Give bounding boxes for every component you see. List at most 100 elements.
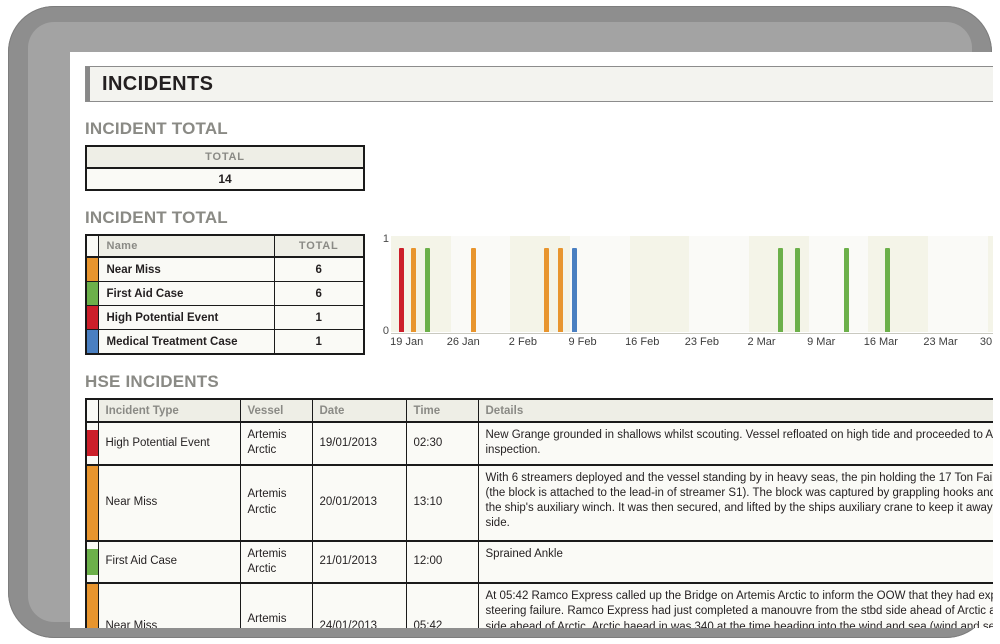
total-header: TOTAL <box>273 235 364 258</box>
swatch-header <box>86 235 99 258</box>
chart-bar <box>571 247 577 332</box>
table-row: High Potential Event Artemis Arctic 19/01/… <box>86 421 993 465</box>
chart-x-axis <box>391 333 993 334</box>
time-cell: 05:42 <box>405 582 478 628</box>
y-tick-top: 1 <box>382 233 389 245</box>
section-title-incident-breakdown: INCIDENT TOTAL <box>85 208 228 227</box>
incident-type-cell: Near Miss <box>97 582 240 628</box>
category-color-swatch <box>86 329 99 354</box>
incident-type-header: Incident Type <box>97 399 240 423</box>
chart-x-tick-label: 26 Jan <box>446 336 480 348</box>
chart-x-tick-label: 16 Feb <box>625 336 660 348</box>
incident-color-swatch <box>86 421 98 465</box>
category-name: Near Miss <box>98 256 274 282</box>
time-cell: 02:30 <box>405 421 478 465</box>
page-title: INCIDENTS <box>102 72 214 95</box>
details-header: Details <box>477 399 993 423</box>
chart-bar <box>398 247 404 332</box>
incident-breakdown-table: Name TOTAL Near Miss 6 First Aid Case 6 High… <box>85 234 365 355</box>
chart-bar <box>844 247 850 332</box>
table-row: First Aid Case 6 <box>86 281 364 306</box>
chart-x-tick-label: 9 Feb <box>568 336 597 348</box>
vessel-cell: Artemis Arctic <box>239 463 312 541</box>
table-row: First Aid Case Artemis Arctic 21/01/2013 12… <box>86 539 993 584</box>
incident-color-swatch <box>86 463 98 541</box>
table-row: Near Miss 6 <box>86 256 364 282</box>
chart-bar <box>558 247 564 332</box>
table-row: Near MissArtemis Arctic24/01/201305:42At… <box>86 582 993 628</box>
device-bezel-inner: INCIDENTS INCIDENT TOTAL TOTAL 14 INCIDE… <box>28 22 993 628</box>
total-header: TOTAL <box>86 146 364 169</box>
table-row: Near Miss Artemis Arctic 20/01/2013 13:10 Wi… <box>86 463 993 541</box>
chart-bar <box>884 247 890 332</box>
breakdown-and-chart-row: Name TOTAL Near Miss 6 First Aid Case 6 High… <box>70 233 993 355</box>
details-cell: New Grange grounded in shallows whilst s… <box>477 421 993 465</box>
report-header: INCIDENTS <box>85 66 993 102</box>
chart-background-band <box>927 236 988 332</box>
chart-bar <box>777 247 783 332</box>
incident-color-swatch <box>86 539 98 584</box>
vessel-header: Vessel <box>239 399 312 423</box>
chart-bar <box>411 247 417 332</box>
category-name: Medical Treatment Case <box>98 329 274 354</box>
chart-x-tick-label: 2 Feb <box>508 336 537 348</box>
name-header: Name <box>98 235 274 258</box>
header-accent-bar <box>86 67 90 101</box>
table-header-row: TOTAL <box>86 146 364 169</box>
date-cell: 24/01/2013 <box>311 582 406 628</box>
chart-background-band <box>808 236 869 332</box>
chart-background-band <box>868 236 928 332</box>
chart-plot-area <box>391 236 993 332</box>
chart-x-tick-label: 16 Mar <box>863 336 898 348</box>
details-cell: At 05:42 Ramco Express called up the Bri… <box>477 582 993 628</box>
device-bezel: INCIDENTS INCIDENT TOTAL TOTAL 14 INCIDE… <box>8 6 993 638</box>
report-page: INCIDENTS INCIDENT TOTAL TOTAL 14 INCIDE… <box>70 52 993 628</box>
table-header-row: Name TOTAL <box>86 235 364 258</box>
chart-background-band <box>569 236 630 332</box>
chart-x-tick-labels: 19 Jan 26 Jan 2 Feb 9 Feb 16 Feb 23 Feb 2 Mar 9… <box>390 336 993 352</box>
chart-background-band <box>987 236 993 332</box>
incident-type-cell: Near Miss <box>97 463 240 541</box>
chart-bar <box>544 247 550 332</box>
incident-timeline-chart: 1 0 19 Jan 26 Jan 2 Feb 9 Feb 16 Feb 23 Feb 2 … <box>379 233 993 354</box>
chart-x-tick-label: 23 Mar <box>923 336 958 348</box>
vessel-cell: Artemis Arctic <box>239 539 312 584</box>
chart-bar <box>795 247 801 332</box>
chart-x-tick-label: 19 Jan <box>390 336 424 348</box>
time-cell: 13:10 <box>405 463 478 541</box>
incident-color-swatch <box>86 582 98 628</box>
incident-type-cell: High Potential Event <box>97 421 240 465</box>
category-total: 1 <box>273 305 364 330</box>
screen: INCIDENTS INCIDENT TOTAL TOTAL 14 INCIDE… <box>70 52 993 628</box>
category-name: First Aid Case <box>98 281 274 306</box>
chart-bar <box>471 247 477 332</box>
category-total: 1 <box>273 329 364 354</box>
chart-x-tick-label: 23 Feb <box>684 336 719 348</box>
section-title-hse-incidents: HSE INCIDENTS <box>85 372 219 391</box>
chart-bar <box>424 247 430 332</box>
table-row: 14 <box>86 168 364 190</box>
chart-x-tick-label: 2 Mar <box>747 336 776 348</box>
time-cell: 12:00 <box>405 539 478 584</box>
chart-background-band <box>450 236 511 332</box>
time-header: Time <box>405 399 478 423</box>
details-cell: With 6 streamers deployed and the vessel… <box>477 463 993 541</box>
category-name: High Potential Event <box>98 305 274 330</box>
category-color-swatch <box>86 305 99 330</box>
date-cell: 19/01/2013 <box>311 421 406 465</box>
vessel-cell: Artemis Arctic <box>239 582 312 628</box>
total-value: 14 <box>86 168 364 190</box>
date-cell: 20/01/2013 <box>311 463 406 541</box>
category-total: 6 <box>273 281 364 306</box>
section-title-incident-total: INCIDENT TOTAL <box>85 119 228 138</box>
date-cell: 21/01/2013 <box>311 539 406 584</box>
chart-x-tick-label: 9 Mar <box>807 336 836 348</box>
details-cell: Sprained Ankle <box>477 539 993 584</box>
date-header: Date <box>311 399 406 423</box>
incident-total-table: TOTAL 14 <box>85 145 365 191</box>
chart-background-band <box>689 236 749 332</box>
y-tick-bottom: 0 <box>382 325 389 337</box>
chart-background-band <box>629 236 690 332</box>
table-header-row: Incident Type Vessel Date Time Details <box>86 399 993 423</box>
category-color-swatch <box>86 256 99 282</box>
